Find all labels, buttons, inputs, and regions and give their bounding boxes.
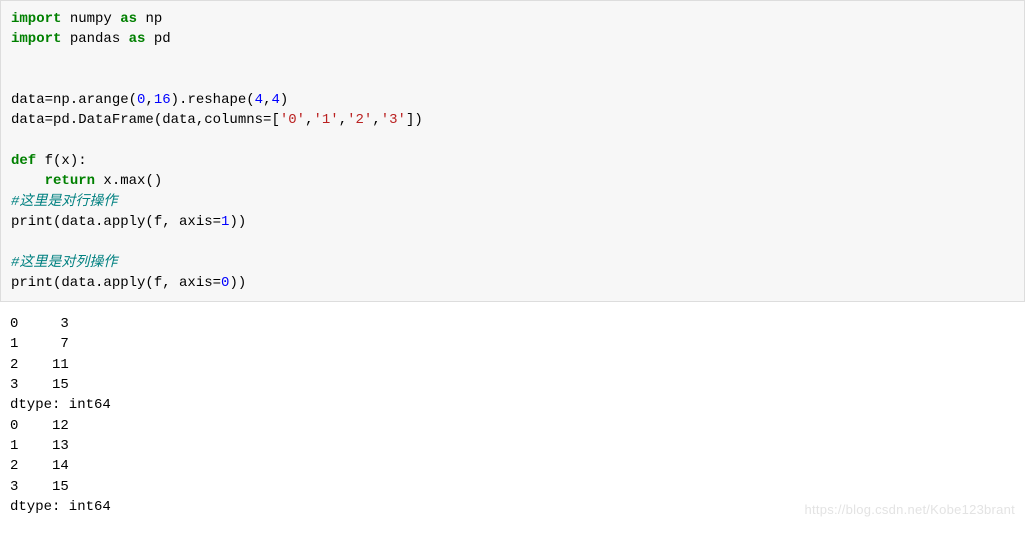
- keyword: as: [129, 31, 146, 47]
- string: '0': [280, 112, 305, 128]
- code-text: data=np.arange(: [11, 92, 137, 108]
- code-text: x.max(): [95, 173, 162, 189]
- string: '1': [313, 112, 338, 128]
- keyword: as: [120, 11, 137, 27]
- code-text: print(data.apply(f, axis=: [11, 214, 221, 230]
- code-text: pandas: [61, 31, 128, 47]
- keyword: import: [11, 31, 61, 47]
- keyword: def: [11, 153, 36, 169]
- keyword: import: [11, 11, 61, 27]
- comment: #这里是对行操作: [11, 194, 117, 210]
- code-text: pd: [145, 31, 170, 47]
- code-block: import numpy as np import pandas as pd d…: [0, 0, 1025, 302]
- number: 16: [154, 92, 171, 108]
- code-text: np: [137, 11, 162, 27]
- code-text: ): [280, 92, 288, 108]
- code-text: )): [229, 214, 246, 230]
- code-text: )): [229, 275, 246, 291]
- comment: #这里是对列操作: [11, 255, 117, 271]
- keyword: return: [45, 173, 95, 189]
- code-text: ,: [339, 112, 347, 128]
- code-text: ]): [406, 112, 423, 128]
- string: '3': [381, 112, 406, 128]
- code-text: ).reshape(: [171, 92, 255, 108]
- output-block: 0 3 1 7 2 11 3 15 dtype: int64 0 12 1 13…: [0, 310, 1025, 527]
- code-text: numpy: [61, 11, 120, 27]
- number: 4: [255, 92, 263, 108]
- string: '2': [347, 112, 372, 128]
- code-text: data=pd.DataFrame(data,columns=[: [11, 112, 280, 128]
- number: 4: [271, 92, 279, 108]
- indent: [11, 173, 45, 189]
- code-text: ,: [372, 112, 380, 128]
- code-text: f(x):: [36, 153, 86, 169]
- code-text: print(data.apply(f, axis=: [11, 275, 221, 291]
- code-text: ,: [145, 92, 153, 108]
